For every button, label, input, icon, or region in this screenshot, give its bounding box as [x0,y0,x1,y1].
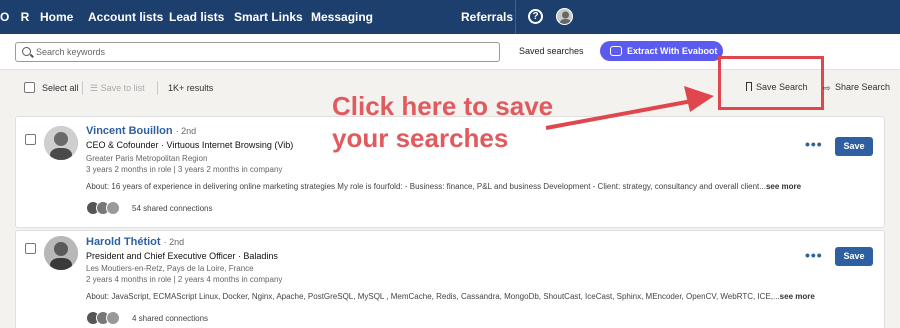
share-search-button[interactable]: Share Search [835,82,890,92]
nav-account-lists[interactable]: Account lists [88,10,163,24]
lead-name-link[interactable]: Harold Thétiot · 2nd [86,236,184,248]
about-label: About: [86,182,110,191]
save-search-button[interactable]: Save Search [756,82,808,92]
toolbar-divider [82,81,83,95]
user-avatar[interactable] [556,8,573,25]
bookmark-icon [746,82,752,91]
lead-tenure: 3 years 2 months in role | 3 years 2 mon… [86,165,283,174]
extract-button-label: Extract With Evaboot [627,46,718,56]
shared-connections-link[interactable]: 54 shared connections [132,204,213,213]
lead-name: Harold Thétiot [86,236,161,248]
annotation-callout: Click here to save your searches [332,90,662,154]
save-lead-button[interactable]: Save [835,137,873,156]
lead-photo[interactable] [44,236,78,270]
lead-title[interactable]: President and Chief Executive Officer · … [86,251,278,261]
nav-smart-links[interactable]: Smart Links [234,10,303,24]
annotation-line-2: your searches [332,123,509,153]
search-field[interactable] [15,42,500,62]
nav-referrals[interactable]: Referrals [461,10,513,24]
nav-divider [515,0,516,34]
lead-location: Les Moutiers-en-Retz, Pays de la Loire, … [86,264,254,273]
list-icon: ☰ [90,83,101,93]
extract-with-evaboot-button[interactable]: Extract With Evaboot [600,41,723,61]
lead-photo[interactable] [44,126,78,160]
lead-tenure: 2 years 4 months in role | 2 years 4 mon… [86,275,283,284]
about-text: 16 years of experience in delivering onl… [111,182,766,191]
help-circle-icon[interactable]: ? [528,9,543,24]
lead-checkbox[interactable] [25,134,36,145]
connection-degree: · 2nd [175,126,197,136]
about-text: JavaScript, ECMAScript Linux, Docker, Ng… [111,292,780,301]
search-input[interactable] [36,45,486,59]
save-to-list-label: Save to list [100,83,145,93]
shared-connection-avatar [106,201,120,215]
evaboot-icon [610,46,622,56]
lead-about: About: JavaScript, ECMAScript Linux, Doc… [86,292,815,301]
shared-connections-link[interactable]: 4 shared connections [132,314,208,323]
lead-about: About: 16 years of experience in deliver… [86,182,801,191]
more-options-icon[interactable]: ••• [805,247,823,263]
more-options-icon[interactable]: ••• [805,136,823,152]
save-lead-button[interactable]: Save [835,247,873,266]
save-to-list-button[interactable]: ☰ Save to list [90,83,145,94]
see-more-link[interactable]: see more [766,182,801,191]
lead-title[interactable]: CEO & Cofounder · Virtuous Internet Brow… [86,140,293,150]
results-count: 1K+ results [168,83,214,93]
shared-connection-avatar [106,311,120,325]
nav-home[interactable]: Home [40,10,73,24]
lead-card: Harold Thétiot · 2nd President and Chief… [15,230,885,328]
brand-logo[interactable]: O R [0,10,33,24]
nav-lead-lists[interactable]: Lead lists [169,10,224,24]
lead-name-link[interactable]: Vincent Bouillon · 2nd [86,125,196,137]
search-icon [22,47,31,56]
toolbar-divider [157,81,158,95]
lead-name: Vincent Bouillon [86,125,173,137]
top-navbar: O R Home Account lists Lead lists Smart … [0,0,900,34]
about-label: About: [86,292,110,301]
connection-degree: · 2nd [163,237,185,247]
share-icon: ⇨ [823,83,831,93]
see-more-link[interactable]: see more [780,292,815,301]
select-all-checkbox[interactable] [24,82,35,93]
lead-location: Greater Paris Metropolitan Region [86,154,208,163]
lead-checkbox[interactable] [25,243,36,254]
annotation-line-1: Click here to save [332,91,554,121]
saved-searches-link[interactable]: Saved searches [519,46,584,56]
nav-messaging[interactable]: Messaging [311,10,373,24]
select-all-label[interactable]: Select all [42,83,79,93]
